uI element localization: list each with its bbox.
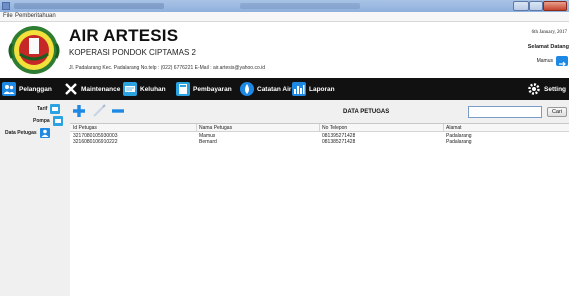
welcome-text: Selamat Datang: [527, 44, 569, 50]
sidebar-item-pompa[interactable]: Pompa: [33, 115, 63, 126]
app-window-icon: [2, 2, 10, 10]
cell-name: Bernard: [199, 139, 217, 145]
sidebar-item-pompa-label: Pompa: [33, 117, 50, 124]
toolbar-catatan-air-label: Catatan Air: [257, 85, 292, 93]
window-title: [14, 3, 164, 9]
sidebar-item-data-petugas[interactable]: Data Petugas: [5, 127, 50, 138]
main-toolbar: Pelanggan Maintenance Keluhan Pembayaran…: [0, 78, 569, 100]
tariff-icon: [50, 103, 61, 114]
report-chart-icon: [292, 82, 306, 96]
column-header-id[interactable]: Id Petugas: [73, 125, 97, 131]
section-title: DATA PETUGAS: [343, 109, 390, 115]
menu-pemberitahuan[interactable]: Pemberitahuan: [15, 13, 56, 19]
search-button[interactable]: Cari: [547, 107, 567, 117]
table-header: Id Petugas Nama Petugas No Telepon Alama…: [70, 124, 569, 132]
main-content: DATA PETUGAS Cari Id Petugas Nama Petuga…: [70, 100, 569, 296]
add-icon[interactable]: [72, 104, 86, 118]
toolbar-maintenance-label: Maintenance: [81, 85, 121, 93]
pump-icon: [52, 115, 63, 126]
complaint-icon: [123, 82, 137, 96]
column-header-phone[interactable]: No Telepon: [322, 125, 347, 131]
cooperative-logo: [8, 26, 60, 74]
calculator-icon: [176, 82, 190, 96]
delete-icon[interactable]: [111, 104, 125, 118]
search-input[interactable]: [468, 106, 542, 118]
menu-bar: File Pemberitahuan: [0, 12, 569, 22]
cell-phone: 081385271428: [322, 139, 356, 145]
toolbar-setting[interactable]: Setting: [527, 78, 566, 100]
minimize-button[interactable]: [513, 1, 529, 11]
toolbar-laporan-label: Laporan: [309, 85, 335, 93]
edit-icon[interactable]: [92, 104, 106, 118]
users-icon: [2, 82, 16, 96]
toolbar-maintenance[interactable]: Maintenance: [64, 78, 120, 100]
cell-address: Padalarang: [446, 139, 472, 145]
logout-icon[interactable]: [556, 56, 568, 67]
window-title-bar: [0, 0, 569, 12]
toolbar-setting-label: Setting: [544, 85, 567, 93]
table-row[interactable]: 3217080105930003 Mamus 081395271428 Pada…: [70, 133, 569, 139]
sidebar-item-tarif[interactable]: Tarif: [37, 103, 61, 114]
app-address: Jl. Padalarang Kec. Padalarang No.telp :…: [69, 65, 266, 71]
menu-file[interactable]: File: [3, 13, 13, 19]
app-subtitle: KOPERASI PONDOK CIPTAMAS 2: [69, 48, 196, 57]
staff-table: Id Petugas Nama Petugas No Telepon Alama…: [70, 123, 569, 296]
current-date: 6th January, 2017: [531, 30, 567, 35]
maximize-button[interactable]: [529, 1, 543, 11]
toolbar-keluhan[interactable]: Keluhan: [123, 78, 166, 100]
sidebar: Tarif Pompa Data Petugas: [0, 100, 68, 296]
table-row[interactable]: 3216080106910222 Bernard 081385271428 Pa…: [70, 139, 569, 145]
column-header-address[interactable]: Alamat: [446, 125, 462, 131]
gear-icon: [527, 82, 541, 96]
toolbar-laporan[interactable]: Laporan: [292, 78, 335, 100]
toolbar-catatan-air[interactable]: Catatan Air: [240, 78, 291, 100]
app-title: AIR ARTESIS: [69, 26, 179, 45]
water-drop-icon: [240, 82, 254, 96]
sidebar-item-tarif-label: Tarif: [37, 105, 48, 112]
wrench-icon: [64, 82, 78, 96]
sidebar-item-data-petugas-label: Data Petugas: [5, 129, 37, 136]
toolbar-pembayaran[interactable]: Pembayaran: [176, 78, 232, 100]
logged-in-user: Mamus: [536, 58, 553, 64]
toolbar-keluhan-label: Keluhan: [140, 85, 166, 93]
window-title-extra: [240, 3, 360, 9]
staff-icon: [39, 127, 50, 138]
column-header-name[interactable]: Nama Petugas: [199, 125, 232, 131]
close-window-button[interactable]: [543, 1, 567, 11]
app-header: AIR ARTESIS KOPERASI PONDOK CIPTAMAS 2 J…: [0, 22, 569, 78]
toolbar-pelanggan-label: Pelanggan: [19, 85, 52, 93]
toolbar-pelanggan[interactable]: Pelanggan: [2, 78, 52, 100]
cell-id: 3216080106910222: [73, 139, 118, 145]
toolbar-pembayaran-label: Pembayaran: [193, 85, 232, 93]
